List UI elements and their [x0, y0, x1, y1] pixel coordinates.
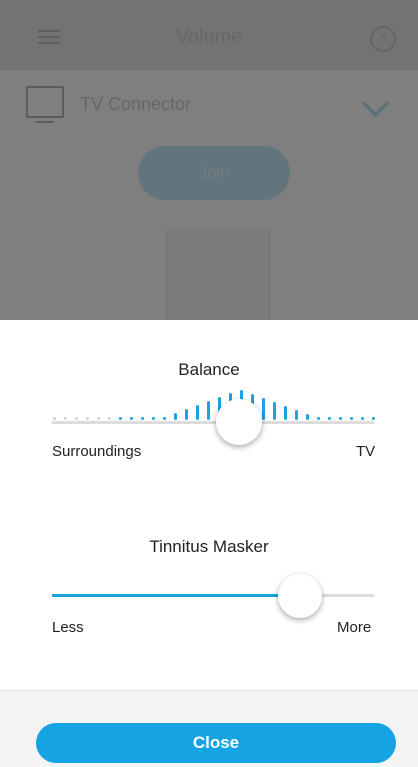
balance-bar — [163, 416, 166, 420]
balance-bar — [328, 417, 331, 420]
tinnitus-slider-knob[interactable] — [277, 574, 322, 618]
balance-bar — [97, 417, 100, 420]
tinnitus-title: Tinnitus Masker — [149, 537, 269, 556]
balance-bar — [295, 409, 298, 420]
balance-right-label: TV — [356, 443, 376, 460]
balance-bar — [361, 417, 364, 420]
balance-bar — [317, 417, 320, 420]
balance-bar — [284, 405, 287, 420]
balance-bar — [262, 398, 265, 420]
balance-bar — [273, 401, 276, 420]
balance-slider-knob[interactable] — [215, 399, 262, 445]
balance-bar — [339, 417, 342, 420]
balance-bar — [64, 417, 67, 420]
balance-bar — [53, 417, 56, 420]
balance-bar — [372, 417, 375, 420]
balance-bar — [196, 404, 199, 420]
close-button[interactable]: Close — [36, 723, 396, 763]
balance-bar — [185, 408, 188, 420]
balance-bar — [174, 412, 177, 420]
balance-bar — [130, 417, 133, 420]
balance-bar — [119, 417, 122, 420]
balance-left-label: Surroundings — [52, 443, 142, 460]
tinnitus-fill — [52, 594, 300, 597]
balance-title: Balance — [178, 360, 240, 379]
balance-bar — [75, 417, 78, 420]
balance-bar — [108, 417, 111, 420]
tinnitus-left-label: Less — [52, 619, 84, 636]
modal-scrim[interactable] — [0, 0, 418, 320]
balance-bar — [207, 401, 210, 420]
balance-bar — [350, 417, 353, 420]
balance-bar — [152, 417, 155, 420]
balance-track[interactable] — [52, 421, 374, 424]
balance-bar — [86, 417, 89, 420]
balance-bar — [306, 413, 309, 420]
balance-bar — [141, 417, 144, 420]
tinnitus-right-label: More — [337, 619, 372, 636]
